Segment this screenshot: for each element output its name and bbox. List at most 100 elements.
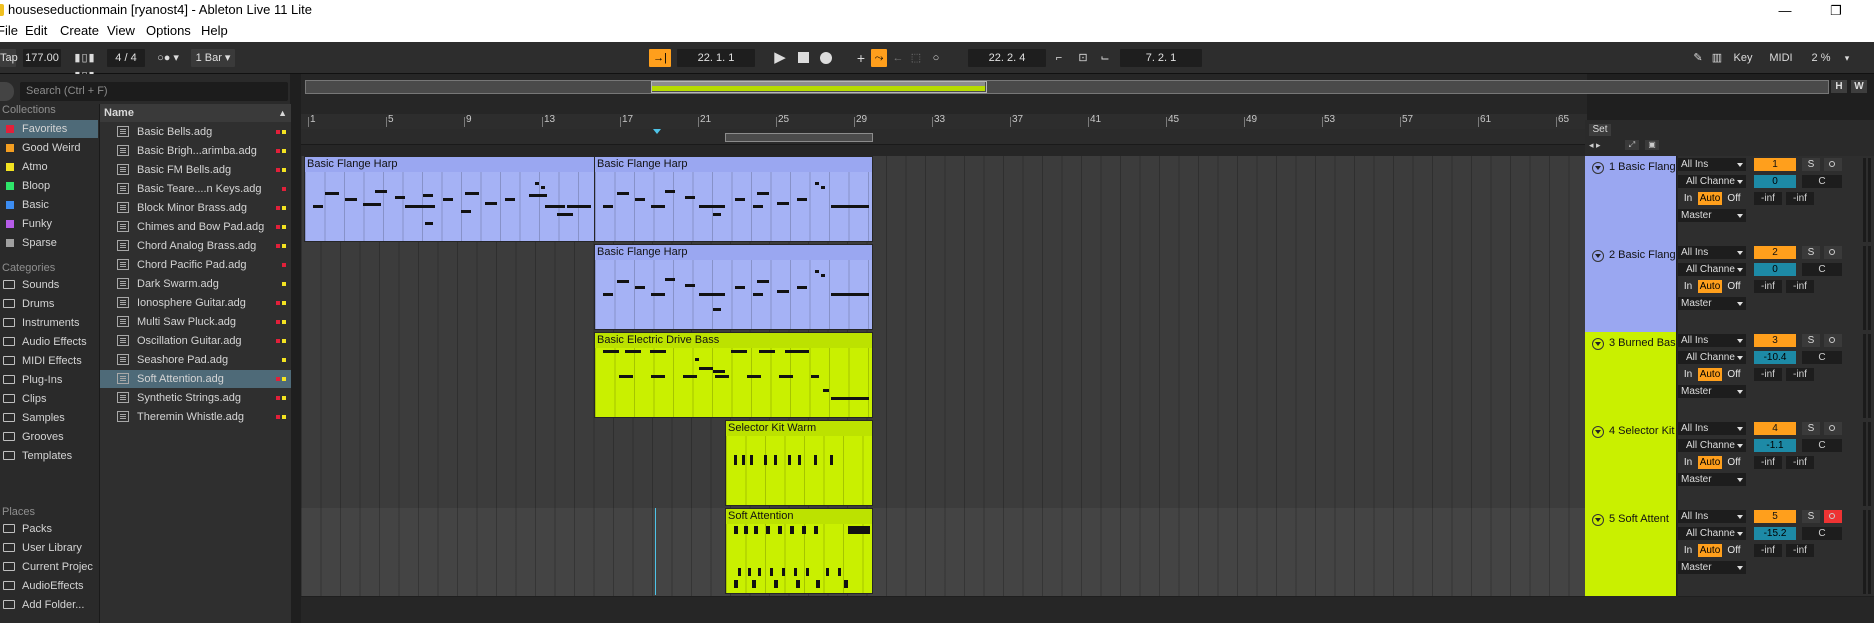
quantize-select[interactable]: 1 Bar ▾ [191, 49, 235, 67]
midi-clip[interactable]: Basic Flange Harp [594, 244, 873, 330]
menu-help[interactable]: Help [201, 23, 228, 38]
pan-field[interactable]: C [1802, 351, 1842, 364]
midi-map-button[interactable]: MIDI [1767, 49, 1795, 67]
monitor-auto-button[interactable]: Auto [1698, 456, 1722, 469]
track-lane-4[interactable]: Selector Kit Warm [301, 420, 1587, 509]
play-icon[interactable]: ▶ [771, 49, 789, 67]
monitor-in-button[interactable]: In [1680, 368, 1696, 381]
computer-keyboard-icon[interactable]: ▥ [1710, 49, 1724, 67]
output-select[interactable]: Master [1678, 473, 1746, 486]
fold-icon[interactable] [1592, 338, 1604, 350]
loop-switch-icon[interactable]: ⊡ [1074, 49, 1092, 67]
track-header-4[interactable]: 4 Selector Kit [1585, 420, 1677, 508]
monitor-in-button[interactable]: In [1680, 544, 1696, 557]
monitor-off-button[interactable]: Off [1724, 544, 1744, 557]
fold-icon[interactable] [1592, 250, 1604, 262]
place-user-library[interactable]: User Library [0, 539, 98, 557]
category-samples[interactable]: Samples [0, 409, 98, 427]
input-channel-select[interactable]: All Channe [1678, 263, 1746, 276]
category-sounds[interactable]: Sounds [0, 276, 98, 294]
solo-button[interactable]: S [1802, 246, 1820, 259]
file-item[interactable]: Basic Bells.adg [100, 123, 291, 141]
close-button[interactable]: ✕ [1862, 0, 1874, 21]
session-record-icon[interactable]: ○ [928, 49, 944, 67]
pan-field[interactable]: C [1802, 439, 1842, 452]
category-plug-ins[interactable]: Plug-Ins [0, 371, 98, 389]
category-grooves[interactable]: Grooves [0, 428, 98, 446]
collection-funky[interactable]: Funky [0, 215, 98, 233]
expand-icon[interactable]: ⤢ [1625, 140, 1639, 150]
category-clips[interactable]: Clips [0, 390, 98, 408]
category-instruments[interactable]: Instruments [0, 314, 98, 332]
category-midi-effects[interactable]: MIDI Effects [0, 352, 98, 370]
arm-record-icon[interactable] [1824, 246, 1842, 259]
input-channel-select[interactable]: All Channe [1678, 351, 1746, 364]
pan-field[interactable]: C [1802, 527, 1842, 540]
maximize-button[interactable]: ❐ [1813, 0, 1859, 21]
output-select[interactable]: Master [1678, 209, 1746, 222]
file-item[interactable]: Basic Brigh...arimba.adg [100, 142, 291, 160]
volume-field[interactable]: 0 [1754, 263, 1796, 276]
beat-time-ruler[interactable]: 1 5 9 13 17 21 25 29 33 37 41 45 49 53 5… [301, 114, 1587, 129]
monitor-off-button[interactable]: Off [1724, 280, 1744, 293]
menu-options[interactable]: Options [146, 23, 191, 38]
tempo-field[interactable]: 177.00 [23, 49, 61, 67]
collection-good-weird[interactable]: Good Weird [0, 139, 98, 157]
pan-field[interactable]: C [1802, 175, 1842, 188]
input-channel-select[interactable]: All Channe [1678, 527, 1746, 540]
search-input[interactable]: Search (Ctrl + F) [20, 82, 288, 101]
cpu-dropdown-icon[interactable]: ▾ [1842, 49, 1852, 67]
file-item[interactable]: Dark Swarm.adg [100, 275, 291, 293]
zoom-width-button[interactable]: W [1851, 80, 1867, 93]
solo-button[interactable]: S [1802, 158, 1820, 171]
track-activator[interactable]: 4 [1754, 422, 1796, 435]
category-templates[interactable]: Templates [0, 447, 98, 465]
solo-button[interactable]: S [1802, 422, 1820, 435]
collection-favorites[interactable]: Favorites [0, 120, 98, 138]
metronome-nudge-icon[interactable]: ▮▯▮ ▮▯▮ [68, 49, 102, 82]
monitor-off-button[interactable]: Off [1724, 368, 1744, 381]
input-type-select[interactable]: All Ins [1678, 246, 1746, 259]
record-icon[interactable] [817, 49, 835, 67]
place-current-project[interactable]: Current Projec [0, 558, 98, 576]
collection-sparse[interactable]: Sparse [0, 234, 98, 252]
volume-field[interactable]: 0 [1754, 175, 1796, 188]
file-item[interactable]: Seashore Pad.adg [100, 351, 291, 369]
volume-field[interactable]: -1.1 [1754, 439, 1796, 452]
arm-record-icon[interactable] [1824, 334, 1842, 347]
arm-record-icon[interactable] [1824, 422, 1842, 435]
file-item[interactable]: Chord Pacific Pad.adg [100, 256, 291, 274]
file-item[interactable]: Ionosphere Guitar.adg [100, 294, 291, 312]
zoom-height-button[interactable]: H [1831, 80, 1847, 93]
monitor-auto-button[interactable]: Auto [1698, 192, 1722, 205]
loop-start-field[interactable]: 22. 2. 4 [968, 49, 1046, 67]
name-column-header[interactable]: Name ▲ [100, 104, 291, 122]
key-map-button[interactable]: Key [1731, 49, 1755, 67]
track-activator[interactable]: 1 [1754, 158, 1796, 171]
track-header-2[interactable]: 2 Basic Flang [1585, 244, 1677, 332]
track-header-5[interactable]: 5 Soft Attent [1585, 508, 1677, 596]
arrangement-position-field[interactable]: 22. 1. 1 [677, 49, 755, 67]
output-select[interactable]: Master [1678, 385, 1746, 398]
monitor-auto-button[interactable]: Auto [1698, 368, 1722, 381]
collection-bloop[interactable]: Bloop [0, 177, 98, 195]
back-to-arrangement-icon[interactable]: ← [890, 49, 906, 67]
file-item[interactable]: Oscillation Guitar.adg [100, 332, 291, 350]
file-item[interactable]: Block Minor Brass.adg [100, 199, 291, 217]
arrangement-overview[interactable] [305, 80, 1829, 94]
arm-record-icon[interactable] [1824, 158, 1842, 171]
capture-icon[interactable]: ⬚ [908, 49, 924, 67]
track-lane-3[interactable]: Basic Electric Drive Bass [301, 332, 1587, 421]
track-activator[interactable]: 3 [1754, 334, 1796, 347]
place-audioeffects[interactable]: AudioEffects [0, 577, 98, 595]
file-item-selected[interactable]: Soft Attention.adg [100, 370, 291, 388]
arm-record-icon[interactable] [1824, 510, 1842, 523]
punch-out-icon[interactable]: ⌙ [1096, 49, 1114, 67]
file-item[interactable]: Theremin Whistle.adg [100, 408, 291, 426]
volume-field[interactable]: -15.2 [1754, 527, 1796, 540]
input-type-select[interactable]: All Ins [1678, 510, 1746, 523]
midi-clip[interactable]: Selector Kit Warm [725, 420, 873, 506]
track-activator[interactable]: 5 [1754, 510, 1796, 523]
collection-atmo[interactable]: Atmo [0, 158, 98, 176]
follow-button[interactable]: →| [649, 49, 671, 67]
